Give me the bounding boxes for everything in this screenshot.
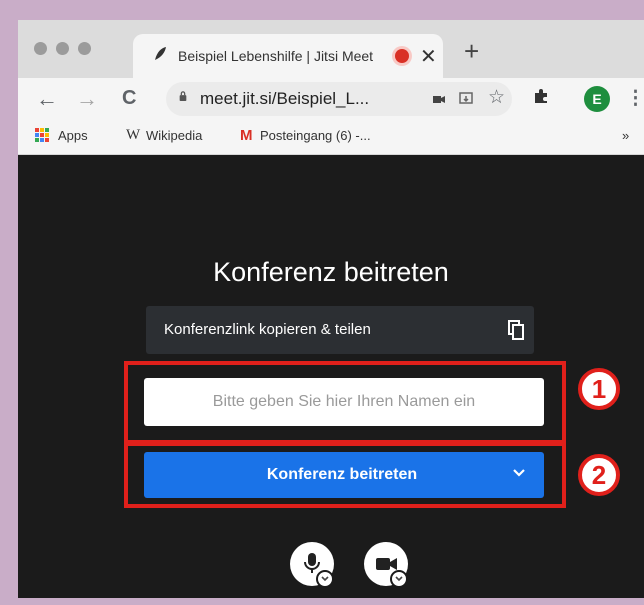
bookmark-wikipedia[interactable]: Wikipedia: [146, 128, 202, 143]
browser-window: Beispiel Lebenshilfe | Jitsi Meet ✕ + ← …: [18, 20, 644, 598]
camera-options-chevron-icon[interactable]: [390, 570, 408, 588]
microphone-options-chevron-icon[interactable]: [316, 570, 334, 588]
minimize-window-dot[interactable]: [56, 42, 69, 55]
microphone-button[interactable]: [290, 542, 334, 588]
join-conference-button[interactable]: Konferenz beitreten: [144, 452, 544, 498]
annotation-marker-1: 1: [578, 368, 620, 410]
reload-icon[interactable]: C: [122, 87, 136, 110]
apps-grid-icon: [34, 127, 50, 146]
address-bar[interactable]: meet.jit.si/Beispiel_L... ☆: [166, 82, 512, 116]
close-window-dot[interactable]: [34, 42, 47, 55]
back-icon[interactable]: ←: [36, 86, 58, 112]
address-url: meet.jit.si/Beispiel_L...: [200, 89, 370, 108]
copy-link-bar[interactable]: Konferenzlink kopieren & teilen: [146, 306, 534, 354]
gmail-icon: M: [240, 127, 253, 144]
name-input[interactable]: [144, 378, 544, 426]
wikipedia-w-icon: W: [126, 127, 141, 143]
extensions-puzzle-icon[interactable]: [532, 87, 550, 111]
jitsi-favicon-icon: [153, 46, 167, 67]
forward-icon[interactable]: →: [76, 86, 98, 112]
install-app-icon[interactable]: [458, 88, 474, 112]
lock-icon: [179, 91, 187, 101]
bookmark-apps[interactable]: Apps: [58, 128, 88, 143]
chevron-down-icon[interactable]: [512, 466, 526, 480]
profile-avatar[interactable]: E: [584, 86, 610, 112]
camera-in-use-icon[interactable]: [432, 88, 446, 111]
camera-button[interactable]: [364, 542, 408, 588]
browser-menu-icon[interactable]: ⋮: [626, 87, 644, 110]
bookmark-gmail[interactable]: Posteingang (6) -...: [260, 128, 371, 143]
maximize-window-dot[interactable]: [78, 42, 91, 55]
new-tab-icon[interactable]: +: [464, 36, 479, 67]
browser-toolbar: ← → C meet.jit.si/Beispiel_L... ☆ E ⋮: [18, 78, 644, 120]
bookmarks-overflow-icon[interactable]: »: [622, 128, 629, 143]
join-button-label: Konferenz beitreten: [266, 466, 418, 483]
recording-indicator-icon: [395, 49, 409, 63]
copy-icon[interactable]: [508, 320, 524, 340]
browser-tab[interactable]: Beispiel Lebenshilfe | Jitsi Meet ✕: [133, 34, 443, 78]
page-title: Konferenz beitreten: [213, 257, 449, 287]
annotation-marker-2: 2: [578, 454, 620, 496]
tab-title: Beispiel Lebenshilfe | Jitsi Meet: [178, 48, 374, 64]
tab-close-icon[interactable]: ✕: [420, 44, 437, 69]
bookmark-star-icon[interactable]: ☆: [488, 86, 505, 109]
bookmarks-bar: Apps W Wikipedia M Posteingang (6) -... …: [18, 120, 644, 155]
copy-link-label: Konferenzlink kopieren & teilen: [164, 321, 371, 338]
tab-strip: Beispiel Lebenshilfe | Jitsi Meet ✕ +: [18, 20, 644, 78]
